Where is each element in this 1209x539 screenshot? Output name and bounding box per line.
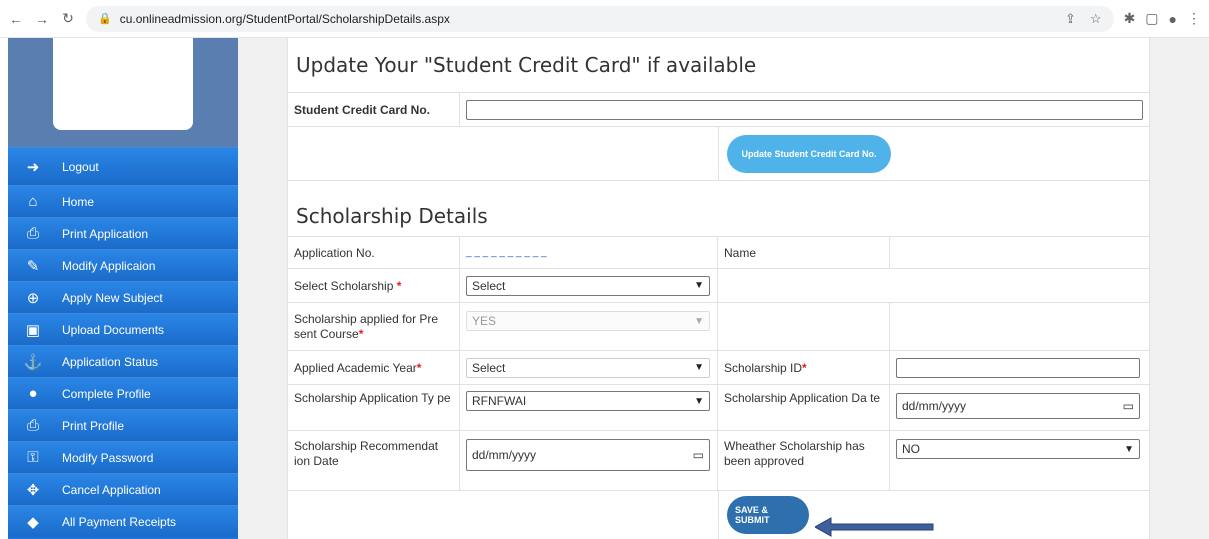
sidebar-item-all-payment-receipts[interactable]: ◆ All Payment Receipts <box>8 505 238 537</box>
sidebar-item-label: Complete Profile <box>62 386 151 401</box>
sidebar-item-print-application[interactable]: ⎙ Print Application <box>8 217 238 249</box>
sidebar-item-logout[interactable]: ➜ Logout <box>8 147 238 185</box>
academic-year-dropdown[interactable]: Select ▼ <box>466 357 710 378</box>
image-icon: ▣ <box>25 321 41 339</box>
tag-icon: ◆ <box>27 513 39 531</box>
academic-year-label: Applied Academic Year <box>294 360 417 375</box>
sidebar-item-label: Modify Applicaion <box>62 258 156 273</box>
approved-label: Wheather Scholarship has been approved <box>718 431 890 490</box>
sidebar-item-label: Upload Documents <box>62 322 165 337</box>
sidebar-item-upload-documents[interactable]: ▣ Upload Documents <box>8 313 238 345</box>
rec-date-label: Scholarship Recommendat ion Date <box>288 431 460 490</box>
required-mark: * <box>358 326 364 341</box>
lock-icon: 🔒 <box>98 13 112 25</box>
name-label: Name <box>718 237 890 268</box>
anchor-icon: ⚓ <box>23 353 43 371</box>
printer-icon: ⎙ <box>26 225 39 242</box>
sidebar-item-label: Home <box>62 194 95 209</box>
sidebar-item-modify-applicaion[interactable]: ✎ Modify Applicaion <box>8 249 238 281</box>
required-mark: * <box>802 360 807 375</box>
logo <box>53 38 193 130</box>
sidebar-item-label: All Payment Receipts <box>62 514 177 529</box>
sidebar-item-label: Print Application <box>62 226 149 241</box>
calendar-icon[interactable]: ▭ <box>1123 399 1134 413</box>
name-value <box>890 237 1149 268</box>
credit-card-label: Student Credit Card No. <box>288 93 460 126</box>
select-scholarship-label: Select Scholarship <box>294 278 394 293</box>
scholarship-panel: Update Your "Student Credit Card" if ava… <box>287 38 1150 539</box>
sidebar-item-home[interactable]: ⌂ Home <box>8 185 238 217</box>
required-mark: * <box>416 360 422 375</box>
sidebar-item-cancel-application[interactable]: ✥ Cancel Application <box>8 473 238 505</box>
extensions-icon[interactable]: ✱ <box>1124 10 1136 27</box>
app-date-label: Scholarship Application Da te <box>718 385 890 430</box>
bookmark-star-icon[interactable]: ☆ <box>1090 11 1102 27</box>
url-text: cu.onlineadmission.org/StudentPortal/Sch… <box>119 11 450 26</box>
sidebar-item-label: Application Status <box>62 354 159 369</box>
scholarship-id-input[interactable] <box>896 357 1140 378</box>
key-icon: ⚿ <box>27 449 39 466</box>
browser-toolbar: ← → ↻ 🔒 cu.onlineadmission.org/StudentPo… <box>0 0 1209 38</box>
credit-card-title: Update Your "Student Credit Card" if ava… <box>296 53 757 77</box>
sidepanel-icon[interactable]: ▢ <box>1145 10 1158 27</box>
applied-present-label: Scholarship applied for Pre sent Course <box>294 311 439 341</box>
credit-card-input[interactable] <box>466 99 1143 120</box>
address-bar[interactable]: 🔒 cu.onlineadmission.org/StudentPortal/S… <box>86 5 1114 32</box>
plus-circle-icon: ⊕ <box>26 289 40 307</box>
back-icon[interactable]: ← <box>8 11 24 27</box>
chevron-down-icon: ▼ <box>694 315 704 327</box>
printer-icon: ⎙ <box>26 417 39 434</box>
required-mark: * <box>396 278 402 293</box>
user-icon: ● <box>28 385 38 402</box>
save-submit-button[interactable]: SAVE & SUBMIT <box>727 496 809 534</box>
sidebar-item-label: Cancel Application <box>62 482 161 497</box>
sidebar: ➜ Logout ⌂ Home ⎙ Print Application ✎ Modify Ap… <box>8 38 238 539</box>
logo-area <box>8 38 238 147</box>
applied-present-dropdown: YES ▼ <box>466 311 710 331</box>
app-type-dropdown[interactable]: RFNFWAI ▼ <box>466 391 710 411</box>
application-no-label: Application No. <box>288 237 460 268</box>
logout-icon: ➜ <box>26 158 40 176</box>
app-type-label: Scholarship Application Ty pe <box>288 385 460 430</box>
calendar-icon[interactable]: ▭ <box>693 448 704 462</box>
sidebar-item-application-status[interactable]: ⚓ Application Status <box>8 345 238 377</box>
forward-icon[interactable]: → <box>34 11 50 27</box>
sidebar-item-label: Modify Password <box>62 450 154 465</box>
sidebar-item-label: Logout <box>62 159 99 174</box>
crosshair-icon: ✥ <box>26 481 40 499</box>
chevron-down-icon: ▼ <box>694 280 704 291</box>
arrow-annotation-icon <box>815 517 934 537</box>
browser-menu-icon[interactable]: ⋮ <box>1187 10 1201 27</box>
chevron-down-icon: ▼ <box>1124 443 1134 455</box>
rec-date-input[interactable]: dd/mm/yyyy ▭ <box>466 439 710 471</box>
edit-icon: ✎ <box>26 257 40 275</box>
profile-icon[interactable]: ● <box>1169 11 1177 27</box>
select-scholarship-dropdown[interactable]: Select ▼ <box>466 275 710 296</box>
approved-dropdown[interactable]: NO ▼ <box>896 439 1140 459</box>
sidebar-item-complete-profile[interactable]: ● Complete Profile <box>8 377 238 409</box>
share-icon[interactable]: ⇪ <box>1065 11 1076 27</box>
reload-icon[interactable]: ↻ <box>60 10 76 27</box>
scholarship-title: Scholarship Details <box>296 203 488 228</box>
sidebar-item-apply-new-subject[interactable]: ⊕ Apply New Subject <box>8 281 238 313</box>
home-icon: ⌂ <box>28 193 38 210</box>
app-date-input[interactable]: dd/mm/yyyy ▭ <box>896 393 1140 419</box>
chevron-down-icon: ▼ <box>694 395 704 407</box>
sidebar-item-print-profile[interactable]: ⎙ Print Profile <box>8 409 238 441</box>
sidebar-item-modify-password[interactable]: ⚿ Modify Password <box>8 441 238 473</box>
chevron-down-icon: ▼ <box>694 362 704 373</box>
browser-nav: ← → ↻ <box>8 10 76 27</box>
application-no-value: _ _ _ _ _ _ _ _ _ _ <box>460 237 718 268</box>
update-credit-card-button[interactable]: Update Student Credit Card No. <box>727 134 891 173</box>
sidebar-item-label: Print Profile <box>62 418 125 433</box>
scholarship-id-label: Scholarship ID <box>724 360 803 375</box>
sidebar-item-label: Apply New Subject <box>62 290 163 305</box>
